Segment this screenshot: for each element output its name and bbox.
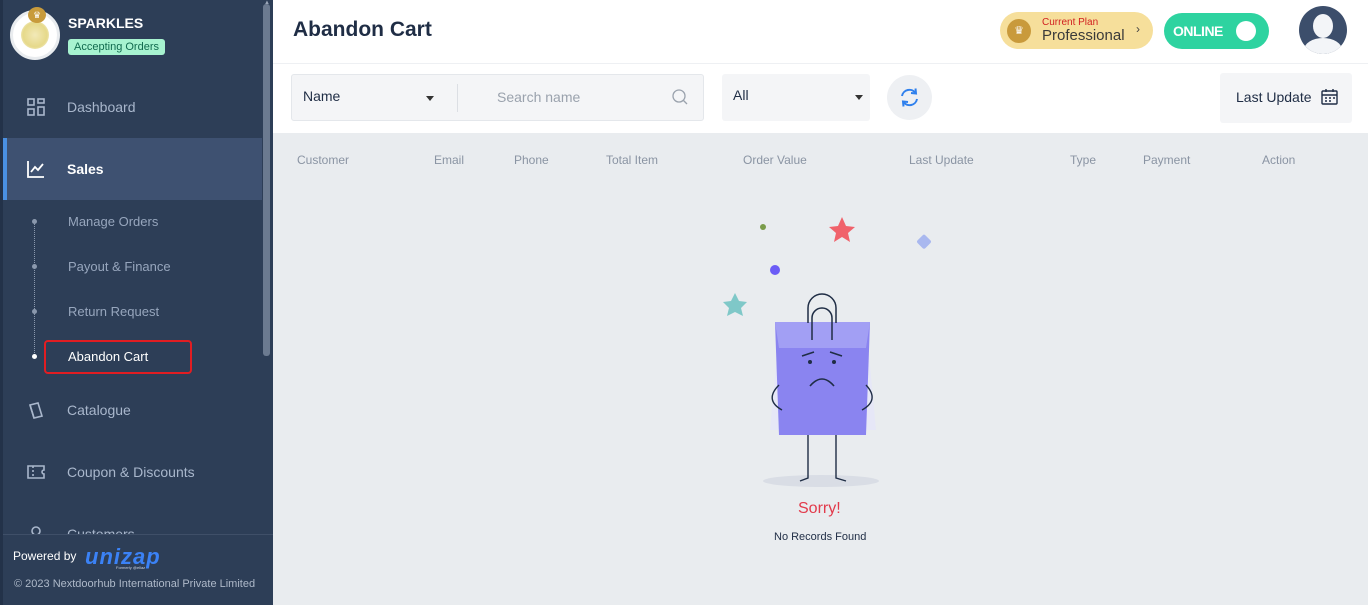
refresh-icon (901, 88, 918, 107)
search-field-select[interactable]: Name (303, 88, 340, 104)
column-header-email: Email (434, 153, 465, 167)
column-header-order-value: Order Value (743, 153, 807, 167)
submenu-payout-finance[interactable]: Payout & Finance (68, 259, 171, 274)
chevron-right-icon: › (1136, 22, 1140, 36)
search-input[interactable]: Search name (497, 89, 580, 105)
copyright: © 2023 Nextdoorhub International Private… (14, 578, 256, 590)
status-filter-value: All (733, 87, 749, 103)
online-label: ONLINE (1173, 23, 1223, 39)
top-header: Abandon Cart ♛ Current Plan Professional… (273, 0, 1368, 64)
sidebar-item-label: Dashboard (67, 99, 136, 115)
sidebar: ▲ ♛ SPARKLES Accepting Orders Dashboard … (0, 0, 273, 605)
submenu-abandon-cart[interactable]: Abandon Cart (68, 349, 148, 364)
store-status-badge: Accepting Orders (68, 39, 165, 55)
store-brand[interactable]: ♛ SPARKLES Accepting Orders (10, 7, 165, 60)
submenu-return-request[interactable]: Return Request (68, 304, 159, 319)
powered-by-label: Powered by (13, 549, 77, 563)
sidebar-footer: Powered by unizap Formerly @ellaz © 2023… (3, 534, 273, 605)
column-header-phone: Phone (514, 153, 549, 167)
sales-chart-icon (27, 160, 45, 178)
crown-icon: ♛ (28, 7, 46, 23)
filter-toolbar: Name Search name All Last Update (273, 64, 1368, 133)
table-header: Customer Email Phone Total Item Order Va… (273, 133, 1368, 188)
status-filter-select[interactable]: All (722, 74, 870, 121)
empty-state-title: Sorry! (798, 500, 841, 517)
sidebar-item-label: Coupon & Discounts (67, 464, 195, 480)
submenu-dot (32, 264, 37, 269)
sidebar-item-label: Catalogue (67, 402, 131, 418)
last-update-label: Last Update (1236, 89, 1312, 105)
store-logo-emblem (21, 21, 49, 49)
column-header-total-item: Total Item (606, 153, 659, 167)
column-header-action: Action (1262, 153, 1296, 167)
avatar-head (1313, 14, 1333, 38)
column-header-type: Type (1070, 153, 1097, 167)
page-title: Abandon Cart (293, 18, 432, 41)
calendar-icon (1321, 89, 1338, 105)
crown-icon: ♛ (1007, 19, 1031, 43)
dashboard-icon (27, 98, 45, 116)
sidebar-item-dashboard[interactable]: Dashboard (3, 76, 262, 138)
active-indicator (3, 138, 7, 200)
submenu-dot (32, 219, 37, 224)
toggle-knob (1236, 21, 1256, 41)
chevron-down-icon[interactable] (426, 96, 434, 101)
user-avatar[interactable] (1299, 6, 1347, 54)
store-logo: ♛ (10, 7, 60, 60)
sidebar-item-sales[interactable]: Sales (3, 138, 262, 200)
catalogue-icon (27, 401, 45, 419)
current-plan-button[interactable]: ♛ Current Plan Professional › (1000, 12, 1153, 49)
column-header-customer: Customer (297, 153, 350, 167)
chevron-down-icon (855, 95, 863, 100)
submenu-dot (32, 309, 37, 314)
sidebar-item-label: Sales (67, 161, 104, 177)
coupon-icon (27, 463, 45, 481)
search-filter-group: Name Search name (291, 74, 704, 121)
refresh-button[interactable] (887, 75, 932, 120)
online-toggle[interactable]: ONLINE (1164, 13, 1269, 49)
last-update-sort-button[interactable]: Last Update (1220, 73, 1352, 123)
app: ▲ ♛ SPARKLES Accepting Orders Dashboard … (0, 0, 1368, 605)
sidebar-item-catalogue[interactable]: Catalogue (3, 379, 262, 441)
store-name: SPARKLES (68, 15, 144, 31)
submenu-dot-active (32, 354, 37, 359)
plan-name: Professional (1042, 27, 1125, 44)
column-header-last-update: Last Update (909, 153, 974, 167)
submenu-connector (34, 222, 35, 357)
column-header-payment: Payment (1143, 153, 1191, 167)
divider (457, 84, 458, 112)
sidebar-item-coupons[interactable]: Coupon & Discounts (3, 441, 262, 503)
unizap-logo-subtext: Formerly @ellaz (116, 565, 146, 570)
sidebar-scrollbar[interactable] (263, 4, 270, 356)
search-icon[interactable] (672, 89, 688, 105)
submenu-manage-orders[interactable]: Manage Orders (68, 214, 158, 229)
avatar-body (1304, 38, 1342, 54)
empty-state-message: No Records Found (774, 531, 867, 543)
